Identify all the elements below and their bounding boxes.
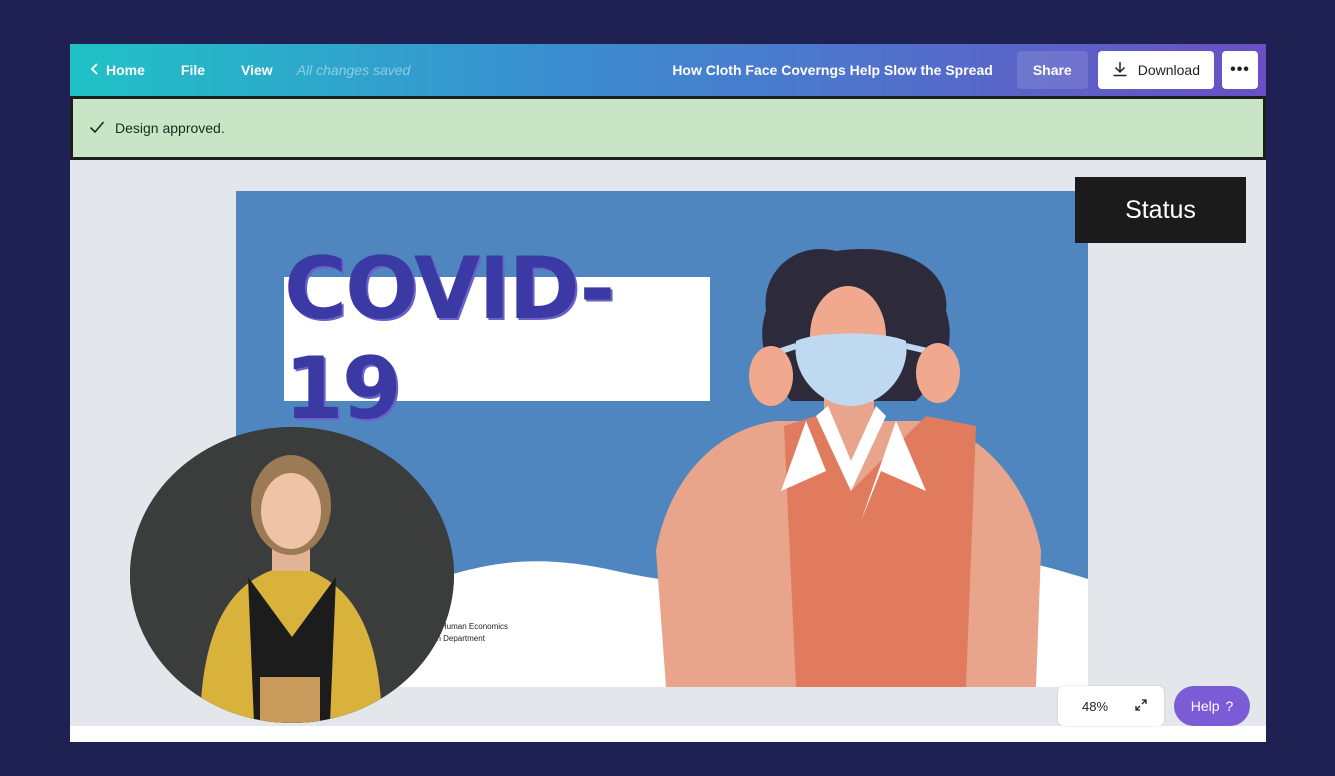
expand-icon[interactable] xyxy=(1134,698,1148,715)
chevron-left-icon xyxy=(90,62,100,79)
status-tag: Status xyxy=(1075,177,1246,243)
banner-message: Design approved. xyxy=(115,120,225,136)
presenter-photo xyxy=(130,427,454,723)
more-options-button[interactable]: ••• xyxy=(1222,51,1258,89)
zoom-control[interactable]: 48% xyxy=(1058,686,1164,726)
help-button[interactable]: Help ? xyxy=(1174,686,1250,726)
headline-box[interactable]: COVID-19 xyxy=(284,239,710,439)
download-icon xyxy=(1112,61,1128,80)
download-button[interactable]: Download xyxy=(1097,51,1214,89)
document-title[interactable]: How Cloth Face Coverngs Help Slow the Sp… xyxy=(672,62,1017,78)
view-menu[interactable]: View xyxy=(223,62,291,78)
approval-banner: Design approved. xyxy=(70,96,1266,160)
download-label: Download xyxy=(1137,62,1200,78)
home-label: Home xyxy=(106,62,145,78)
caption-line-2: gn Department xyxy=(432,634,485,643)
share-button[interactable]: Share xyxy=(1016,51,1088,89)
home-button[interactable]: Home xyxy=(70,62,163,79)
question-icon: ? xyxy=(1225,698,1234,714)
file-menu[interactable]: File xyxy=(163,62,223,78)
presenter-image xyxy=(130,427,454,723)
checkmark-icon xyxy=(89,120,105,137)
save-status: All changes saved xyxy=(296,62,411,78)
help-label: Help xyxy=(1190,698,1220,714)
zoom-level: 48% xyxy=(1082,698,1109,714)
top-toolbar: Home File View All changes saved How Clo… xyxy=(70,44,1266,96)
headline-text: COVID-19 xyxy=(284,239,615,439)
